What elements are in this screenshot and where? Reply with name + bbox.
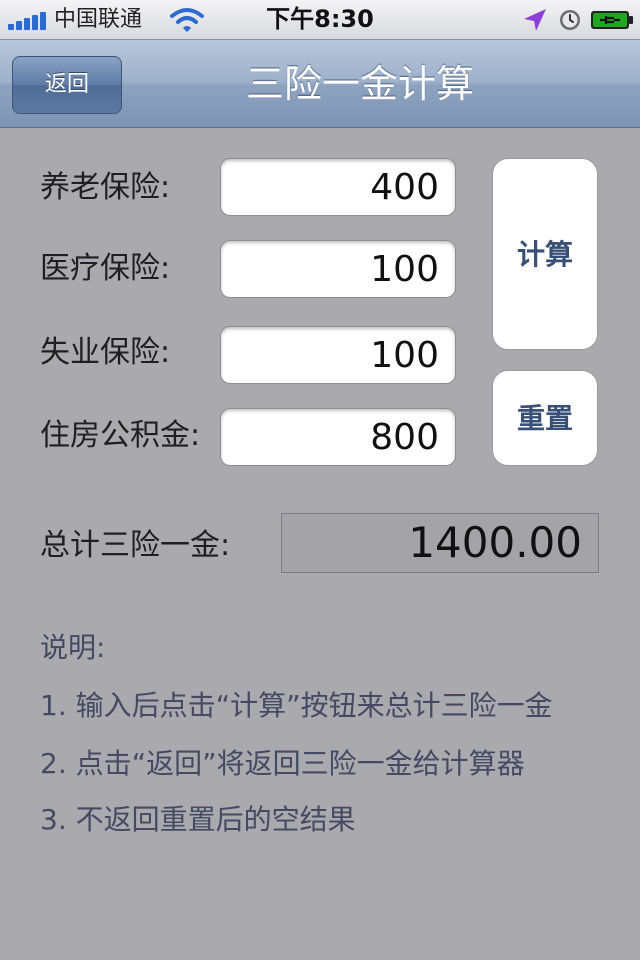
location-arrow-icon	[524, 9, 546, 31]
unemployment-insurance-input[interactable]: 100	[220, 326, 456, 384]
note-line-1: 1. 输入后点击“计算”按钮来总计三险一金	[40, 689, 553, 722]
status-bar: 中国联通 下午8:30	[0, 0, 640, 40]
navigation-bar: 返回 三险一金计算	[0, 40, 640, 128]
back-button[interactable]: 返回	[12, 56, 122, 114]
medical-insurance-input[interactable]: 100	[220, 240, 456, 298]
medical-insurance-label: 医疗保险:	[40, 251, 171, 286]
alarm-clock-icon	[560, 10, 580, 30]
housing-fund-label: 住房公积金:	[40, 418, 201, 453]
notes-title: 说明:	[40, 631, 106, 664]
unemployment-insurance-label: 失业保险:	[40, 335, 171, 370]
note-line-3: 3. 不返回重置后的空结果	[40, 803, 356, 836]
battery-charging-icon	[591, 11, 633, 29]
calculate-button[interactable]: 计算	[492, 158, 598, 350]
total-value: 1400.00	[281, 513, 599, 573]
reset-button[interactable]: 重置	[492, 370, 598, 466]
pension-insurance-input[interactable]: 400	[220, 158, 456, 216]
note-line-2: 2. 点击“返回”将返回三险一金给计算器	[40, 747, 525, 780]
total-label: 总计三险一金:	[40, 528, 231, 563]
page-title: 三险一金计算	[245, 62, 474, 106]
housing-fund-input[interactable]: 800	[220, 408, 456, 466]
pension-insurance-label: 养老保险:	[40, 170, 171, 205]
